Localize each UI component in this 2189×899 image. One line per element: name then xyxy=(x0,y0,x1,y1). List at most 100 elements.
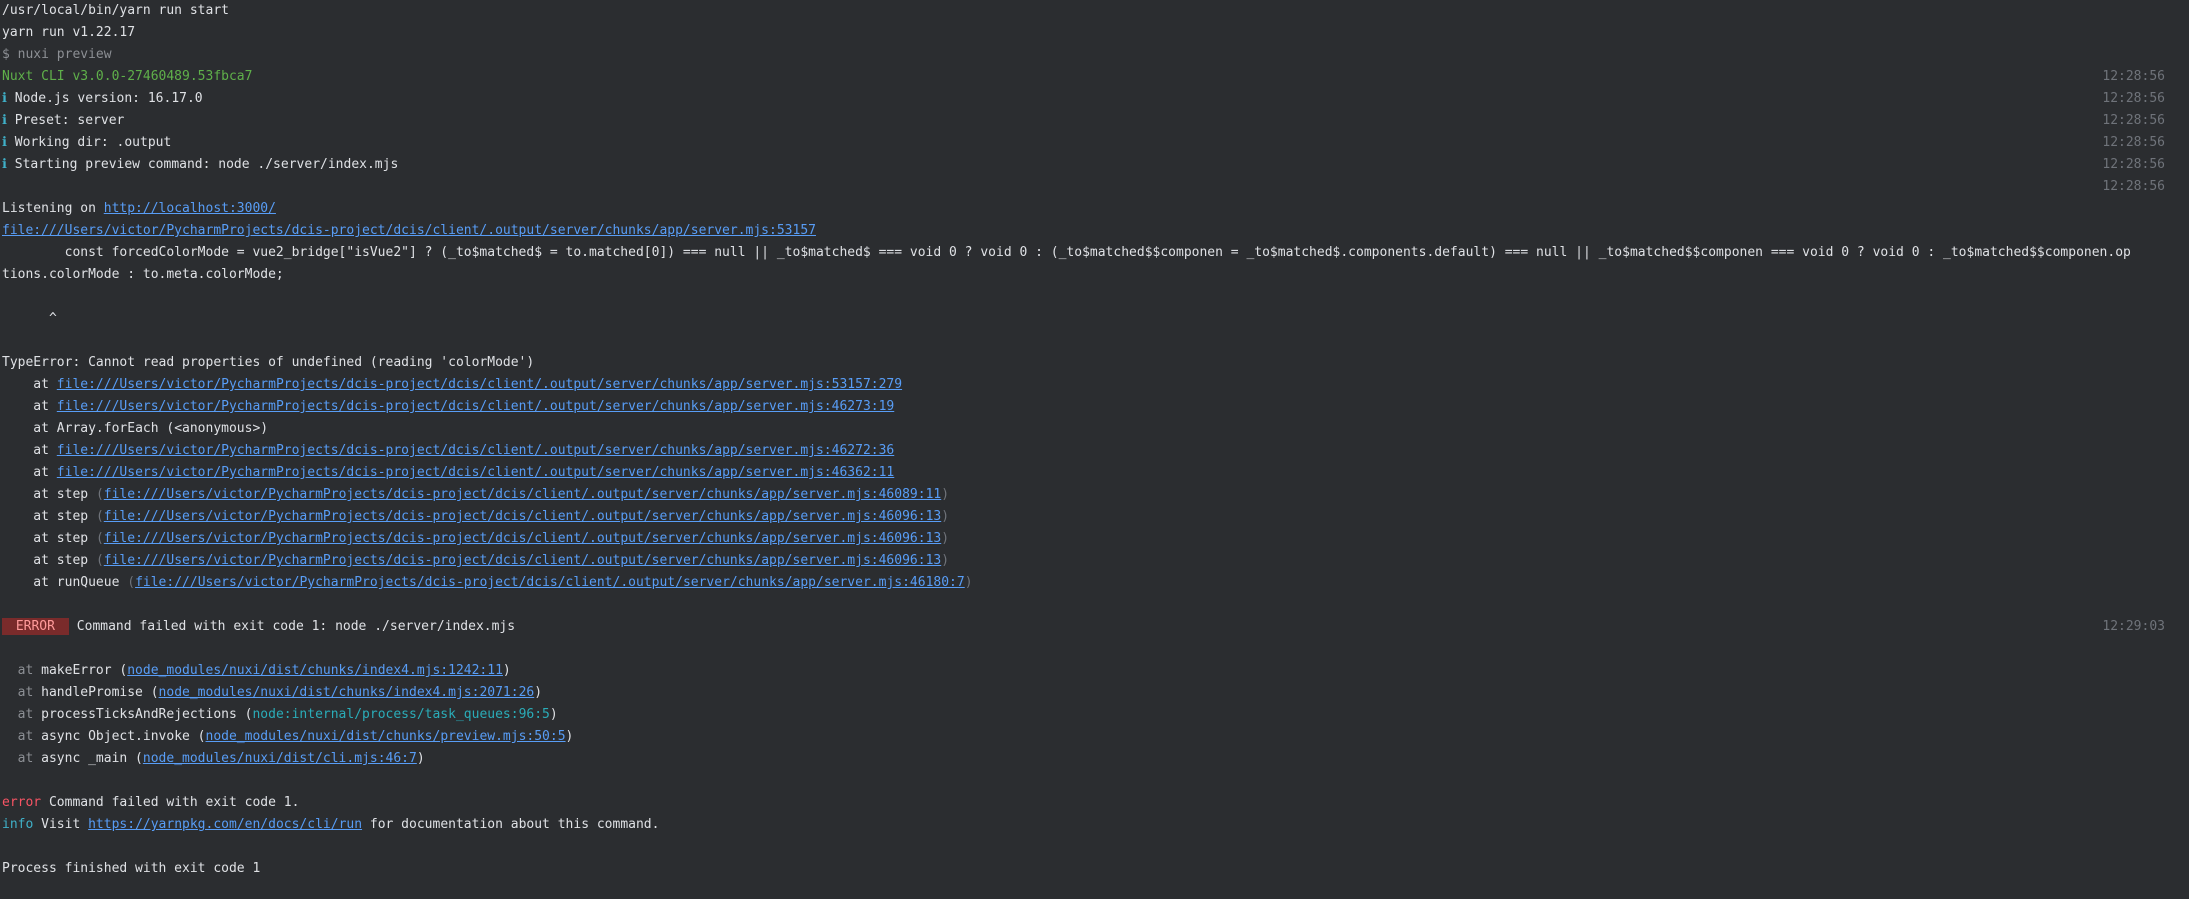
process-finished-message: Process finished with exit code 1 xyxy=(2,861,261,876)
console-line: yarn run v1.22.17 xyxy=(0,22,2189,44)
info-line: Working dir: .output xyxy=(14,135,172,150)
stack-function: runQueue xyxy=(56,575,128,590)
stack-at: at xyxy=(2,399,57,414)
nuxi-stack-frame: at async _main (node_modules/nuxi/dist/c… xyxy=(0,748,2189,770)
stack-frame: at step (file:///Users/victor/PycharmPro… xyxy=(0,506,2189,528)
error-message: Command failed with exit code 1: node ./… xyxy=(76,619,516,634)
stack-frame: at file:///Users/victor/PycharmProjects/… xyxy=(0,374,2189,396)
console-line: ℹ Preset: server 12:28:56 xyxy=(0,110,2189,132)
stack-file-link[interactable]: file:///Users/victor/PycharmProjects/dci… xyxy=(57,399,894,414)
listening-label: Listening on xyxy=(2,201,96,216)
stack-at: at xyxy=(2,685,42,700)
stack-at: at xyxy=(2,421,57,436)
stack-at: at xyxy=(2,509,57,524)
caret-line: ^ xyxy=(0,308,2189,330)
nuxt-cli-version: Nuxt CLI v3.0.0-27460489.53fbca7 xyxy=(2,69,253,84)
stack-file-link[interactable]: file:///Users/victor/PycharmProjects/dci… xyxy=(57,443,894,458)
code-text: tions.colorMode : to.meta.colorMode; xyxy=(2,267,284,282)
stack-at: at xyxy=(2,663,42,678)
console-line: /usr/local/bin/yarn run start xyxy=(0,0,2189,22)
stack-function: async Object.invoke ( xyxy=(41,729,206,744)
stack-function: async _main ( xyxy=(41,751,143,766)
nuxi-stack-trace: at makeError (node_modules/nuxi/dist/chu… xyxy=(0,660,2189,770)
stack-file-link[interactable]: file:///Users/victor/PycharmProjects/dci… xyxy=(104,487,941,502)
stack-at: at xyxy=(2,707,42,722)
listening-url-link[interactable]: http://localhost:3000/ xyxy=(104,201,276,216)
stack-trace: at file:///Users/victor/PycharmProjects/… xyxy=(0,374,2189,594)
console-line: ℹ Node.js version: 16.17.0 12:28:56 xyxy=(0,88,2189,110)
nuxi-stack-frame: at makeError (node_modules/nuxi/dist/chu… xyxy=(0,660,2189,682)
internal-location: node:internal/process/task_queues:96:5 xyxy=(252,707,550,722)
nuxi-stack-frame: at processTicksAndRejections (node:inter… xyxy=(0,704,2189,726)
stack-frame: at file:///Users/victor/PycharmProjects/… xyxy=(0,440,2189,462)
stack-frame: at file:///Users/victor/PycharmProjects/… xyxy=(0,462,2189,484)
timestamp: 12:28:56 xyxy=(2102,135,2165,150)
stack-function: makeError ( xyxy=(41,663,128,678)
stack-file-link[interactable]: file:///Users/victor/PycharmProjects/dci… xyxy=(104,553,941,568)
yarn-version: yarn run v1.22.17 xyxy=(2,25,136,40)
stack-file-link[interactable]: file:///Users/victor/PycharmProjects/dci… xyxy=(104,531,941,546)
close-paren: ) xyxy=(941,553,950,568)
info-label: info xyxy=(2,817,34,832)
stack-at: at xyxy=(2,729,42,744)
run-console-output: /usr/local/bin/yarn run start yarn run v… xyxy=(0,0,2189,899)
stack-at: at xyxy=(2,443,57,458)
timestamp: 12:28:56 xyxy=(2102,157,2165,172)
source-file-link[interactable]: file:///Users/victor/PycharmProjects/dci… xyxy=(2,223,816,238)
stack-function: step xyxy=(56,553,96,568)
stack-function: step xyxy=(56,509,96,524)
stack-file-link[interactable]: file:///Users/victor/PycharmProjects/dci… xyxy=(104,509,941,524)
stack-frame: at step (file:///Users/victor/PycharmPro… xyxy=(0,484,2189,506)
info-icon: ℹ xyxy=(2,157,7,172)
nuxi-stack-frame: at async Object.invoke (node_modules/nux… xyxy=(0,726,2189,748)
stack-file-link[interactable]: node_modules/nuxi/dist/chunks/index4.mjs… xyxy=(127,663,503,678)
console-line: 12:28:56 xyxy=(0,176,2189,198)
code-text: const forcedColorMode = vue2_bridge["isV… xyxy=(2,245,2131,260)
close-paren: ) xyxy=(941,487,950,502)
console-line: $ nuxi preview xyxy=(0,44,2189,66)
stack-function: handlePromise ( xyxy=(41,685,159,700)
close-paren: ) xyxy=(941,509,950,524)
stack-at: at xyxy=(2,553,57,568)
console-line: info Visit https://yarnpkg.com/en/docs/c… xyxy=(0,814,2189,836)
preview-command: $ nuxi preview xyxy=(2,47,112,62)
stack-at: at xyxy=(2,531,57,546)
console-line: Listening on http://localhost:3000/ xyxy=(0,198,2189,220)
console-line: TypeError: Cannot read properties of und… xyxy=(0,352,2189,374)
console-line: file:///Users/victor/PycharmProjects/dci… xyxy=(0,220,2189,242)
stack-frame: at file:///Users/victor/PycharmProjects/… xyxy=(0,396,2189,418)
stack-file-link[interactable]: node_modules/nuxi/dist/chunks/preview.mj… xyxy=(206,729,566,744)
stack-file-link[interactable]: file:///Users/victor/PycharmProjects/dci… xyxy=(57,465,894,480)
stack-function: Array.forEach (<anonymous>) xyxy=(56,421,269,436)
stack-file-link[interactable]: node_modules/nuxi/dist/chunks/index4.mjs… xyxy=(159,685,535,700)
stack-frame: at runQueue (file:///Users/victor/Pychar… xyxy=(0,572,2189,594)
timestamp: 12:28:56 xyxy=(2102,113,2165,128)
console-line: ℹ Starting preview command: node ./serve… xyxy=(0,154,2189,176)
error-badge: ERROR xyxy=(2,618,69,635)
stack-file-link[interactable]: node_modules/nuxi/dist/cli.mjs:46:7 xyxy=(143,751,417,766)
code-line: tions.colorMode : to.meta.colorMode; xyxy=(0,264,2189,286)
docs-link[interactable]: https://yarnpkg.com/en/docs/cli/run xyxy=(88,817,362,832)
stack-frame: at step (file:///Users/victor/PycharmPro… xyxy=(0,550,2189,572)
stack-file-link[interactable]: file:///Users/victor/PycharmProjects/dci… xyxy=(135,575,965,590)
stack-function: processTicksAndRejections ( xyxy=(41,707,253,722)
stack-file-link[interactable]: file:///Users/victor/PycharmProjects/dci… xyxy=(57,377,902,392)
info-line: Node.js version: 16.17.0 xyxy=(14,91,203,106)
stack-frame: at Array.forEach (<anonymous>) xyxy=(0,418,2189,440)
stack-function: step xyxy=(56,487,96,502)
caret-marker: ^ xyxy=(2,311,57,326)
timestamp: 12:29:03 xyxy=(2102,619,2165,634)
open-paren: ( xyxy=(95,509,104,524)
open-paren: ( xyxy=(127,575,136,590)
error-label: error xyxy=(2,795,42,810)
info-visit-text: Visit xyxy=(33,817,89,832)
info-line: Preset: server xyxy=(14,113,125,128)
console-line: ℹ Working dir: .output 12:28:56 xyxy=(0,132,2189,154)
open-paren: ( xyxy=(95,487,104,502)
close-paren: ) xyxy=(549,707,558,722)
